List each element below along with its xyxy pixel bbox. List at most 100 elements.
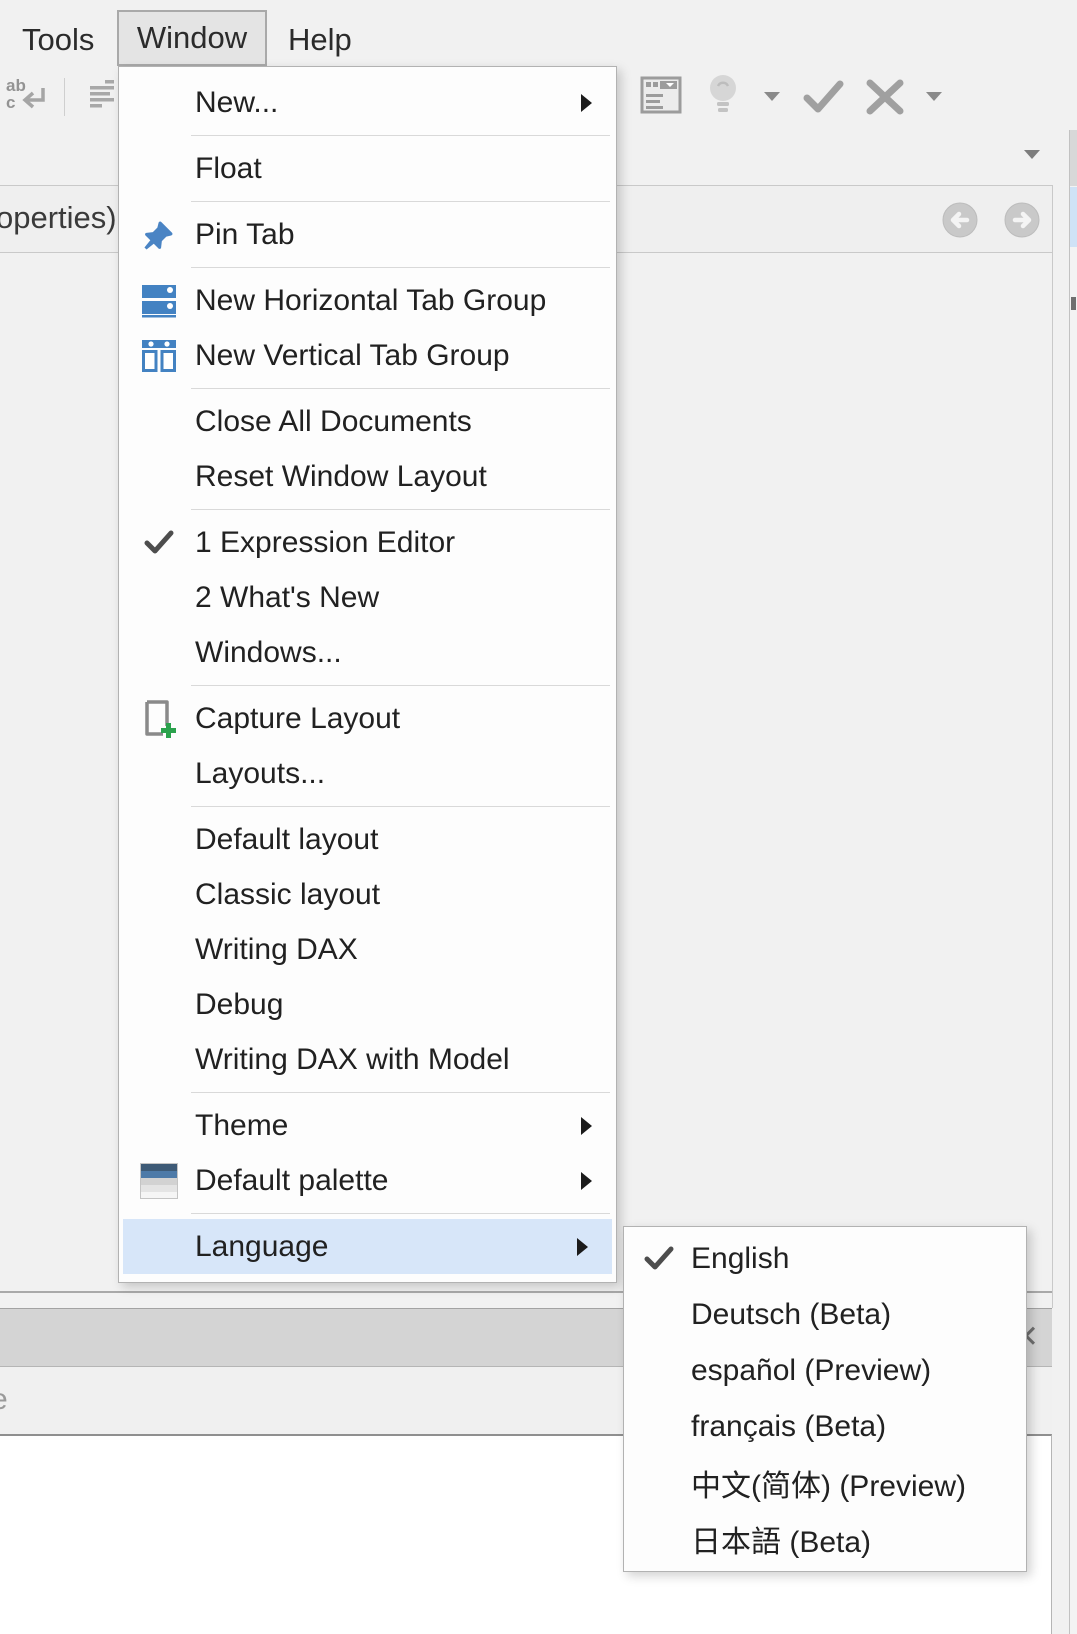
menu-item-capture-layout[interactable]: Capture Layout bbox=[119, 691, 616, 746]
menu-item-debug[interactable]: Debug bbox=[119, 977, 616, 1032]
menu-item-float[interactable]: Float bbox=[119, 141, 616, 196]
scrollbar-thumb[interactable] bbox=[1071, 297, 1076, 310]
cancel-x-button[interactable] bbox=[864, 78, 906, 121]
palette-icon bbox=[131, 1159, 187, 1203]
report-form-icon bbox=[640, 76, 684, 118]
text-lines-icon bbox=[88, 80, 116, 110]
menu-separator bbox=[191, 1092, 610, 1093]
menu-item-label: 1 Expression Editor bbox=[195, 526, 455, 560]
truncated-text: e bbox=[0, 1383, 8, 1417]
menu-item-label: Debug bbox=[195, 988, 283, 1022]
menu-item-writing-dax-with-model[interactable]: Writing DAX with Model bbox=[119, 1032, 616, 1087]
lightbulb-icon bbox=[706, 72, 740, 120]
menu-item-theme[interactable]: Theme bbox=[119, 1098, 616, 1153]
nav-back-button[interactable] bbox=[941, 201, 979, 239]
menu-item-label: Float bbox=[195, 152, 262, 186]
submenu-item-espanol[interactable]: español (Preview) bbox=[624, 1343, 1026, 1399]
submenu-arrow-icon bbox=[577, 1238, 588, 1256]
lightbulb-dropdown-caret-icon[interactable] bbox=[764, 92, 780, 101]
pin-icon bbox=[131, 213, 187, 257]
menu-item-label: Default layout bbox=[195, 823, 378, 857]
menu-item-classic-layout[interactable]: Classic layout bbox=[119, 867, 616, 922]
forward-arrow-icon bbox=[1003, 201, 1041, 239]
menu-window[interactable]: Window bbox=[117, 10, 267, 66]
submenu-item-japanese[interactable]: 日本語 (Beta) bbox=[624, 1511, 1026, 1567]
submenu-item-label: español (Preview) bbox=[691, 1354, 931, 1388]
menu-item-label: Close All Documents bbox=[195, 405, 472, 439]
submenu-arrow-icon bbox=[581, 1117, 592, 1135]
menu-item-label: Pin Tab bbox=[195, 218, 295, 252]
menu-item-new-horizontal-tab-group[interactable]: New Horizontal Tab Group bbox=[119, 273, 616, 328]
text-lines-button[interactable] bbox=[88, 80, 116, 115]
toolbar-separator bbox=[64, 78, 65, 116]
content-right-border bbox=[1052, 185, 1053, 1308]
submenu-item-english[interactable]: English bbox=[624, 1231, 1026, 1287]
submenu-item-label: français (Beta) bbox=[691, 1410, 886, 1444]
menu-item-default-layout[interactable]: Default layout bbox=[119, 812, 616, 867]
approve-check-icon bbox=[802, 78, 846, 116]
menu-item-label: Capture Layout bbox=[195, 702, 400, 736]
menu-item-default-palette[interactable]: Default palette bbox=[119, 1153, 616, 1208]
menu-separator bbox=[191, 388, 610, 389]
pane-title-truncated: operties) bbox=[0, 200, 117, 236]
menu-tools[interactable]: Tools bbox=[16, 18, 100, 62]
submenu-item-chinese[interactable]: 中文(简体) (Preview) bbox=[624, 1455, 1026, 1511]
report-form-button[interactable] bbox=[640, 76, 684, 123]
language-submenu: English Deutsch (Beta) español (Preview)… bbox=[623, 1226, 1027, 1572]
submenu-item-francais[interactable]: français (Beta) bbox=[624, 1399, 1026, 1455]
menu-item-layouts[interactable]: Layouts... bbox=[119, 746, 616, 801]
scrollbar-track-segment bbox=[1070, 130, 1077, 186]
menu-item-pin-tab[interactable]: Pin Tab bbox=[119, 207, 616, 262]
menu-item-reset-window-layout[interactable]: Reset Window Layout bbox=[119, 449, 616, 504]
menu-item-expression-editor[interactable]: 1 Expression Editor bbox=[119, 515, 616, 570]
menu-item-label: Reset Window Layout bbox=[195, 460, 487, 494]
menu-separator bbox=[191, 509, 610, 510]
right-scrollbar[interactable] bbox=[1069, 130, 1077, 1634]
menu-item-label: 2 What's New bbox=[195, 581, 379, 615]
menu-item-label: Writing DAX bbox=[195, 933, 358, 967]
menu-item-new-vertical-tab-group[interactable]: New Vertical Tab Group bbox=[119, 328, 616, 383]
menu-item-label: Default palette bbox=[195, 1164, 388, 1198]
menu-separator bbox=[191, 1213, 610, 1214]
checkmark-icon bbox=[634, 1237, 684, 1281]
menu-item-label: New... bbox=[195, 86, 278, 120]
menu-item-label: Theme bbox=[195, 1109, 288, 1143]
cancel-dropdown-caret-icon[interactable] bbox=[926, 92, 942, 101]
menu-item-label: Classic layout bbox=[195, 878, 380, 912]
menu-item-whats-new[interactable]: 2 What's New bbox=[119, 570, 616, 625]
toolbar-overflow-caret-icon[interactable] bbox=[1024, 150, 1040, 159]
menu-help[interactable]: Help bbox=[282, 18, 358, 62]
scrollbar-selection-segment bbox=[1070, 187, 1077, 247]
menu-item-label: Layouts... bbox=[195, 757, 325, 791]
menu-item-label: New Horizontal Tab Group bbox=[195, 284, 546, 318]
submenu-item-deutsch[interactable]: Deutsch (Beta) bbox=[624, 1287, 1026, 1343]
cancel-x-icon bbox=[864, 78, 906, 116]
vertical-tab-group-icon bbox=[131, 334, 187, 378]
menu-item-label: Writing DAX with Model bbox=[195, 1043, 510, 1077]
menu-separator bbox=[191, 267, 610, 268]
submenu-item-label: Deutsch (Beta) bbox=[691, 1298, 891, 1332]
menu-item-label: Language bbox=[195, 1230, 328, 1264]
back-arrow-icon bbox=[941, 201, 979, 239]
menu-item-writing-dax[interactable]: Writing DAX bbox=[119, 922, 616, 977]
menu-item-windows[interactable]: Windows... bbox=[119, 625, 616, 680]
lightbulb-button[interactable] bbox=[706, 72, 740, 125]
menu-separator bbox=[191, 135, 610, 136]
menu-separator bbox=[191, 806, 610, 807]
submenu-item-label: 日本語 (Beta) bbox=[691, 1517, 871, 1561]
menu-item-new[interactable]: New... bbox=[119, 75, 616, 130]
spell-check-icon: ab c bbox=[5, 74, 53, 122]
svg-text:c: c bbox=[6, 93, 15, 112]
capture-layout-icon bbox=[131, 697, 187, 741]
menu-item-label: Windows... bbox=[195, 636, 342, 670]
spell-check-button[interactable]: ab c bbox=[5, 74, 53, 127]
menu-item-language[interactable]: Language bbox=[123, 1219, 612, 1274]
menu-item-close-all-documents[interactable]: Close All Documents bbox=[119, 394, 616, 449]
menu-item-label: New Vertical Tab Group bbox=[195, 339, 510, 373]
window-menu: New... Float Pin Tab New Horizontal Tab … bbox=[118, 66, 617, 1283]
nav-forward-button[interactable] bbox=[1003, 201, 1041, 239]
submenu-item-label: 中文(简体) (Preview) bbox=[691, 1461, 966, 1505]
submenu-arrow-icon bbox=[581, 94, 592, 112]
checkmark-icon bbox=[131, 521, 187, 565]
approve-check-button[interactable] bbox=[802, 78, 846, 121]
